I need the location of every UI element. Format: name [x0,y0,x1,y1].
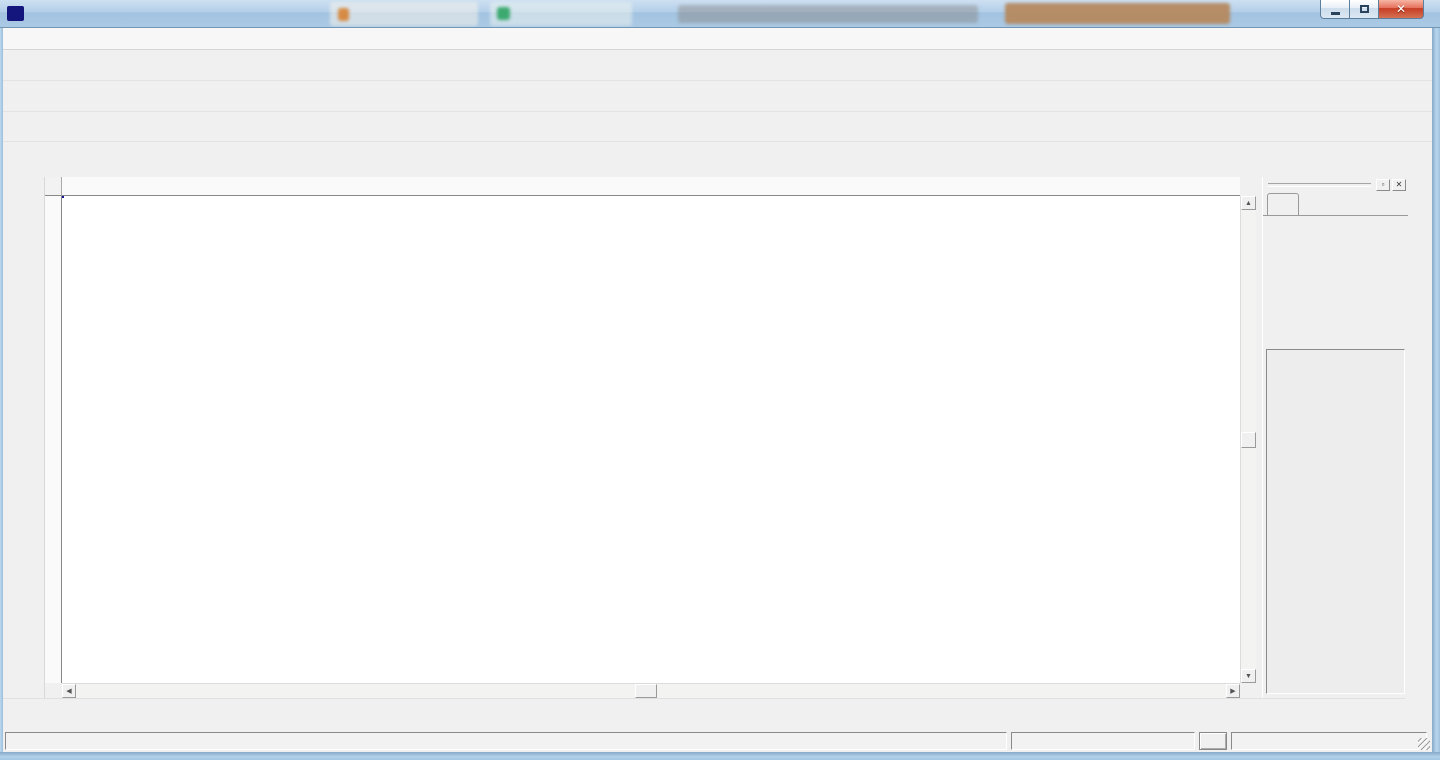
background-window [678,5,978,23]
transform-toolbar [3,142,1432,177]
minimize-button[interactable] [1320,0,1350,19]
view-toolbar [3,81,1432,112]
background-window [490,2,632,26]
vertical-scroll-thumb[interactable] [1241,432,1256,448]
scroll-left-button[interactable]: ◀ [62,684,76,698]
color-palette [1408,177,1432,728]
background-window [1005,3,1230,24]
scroll-right-button[interactable]: ▶ [1226,684,1240,698]
maximize-button[interactable] [1350,0,1378,19]
vertical-scrollbar[interactable]: ▲ ▼ [1240,196,1256,683]
unit-button[interactable] [1199,732,1227,750]
coordinate-display [1011,732,1195,750]
panel-tabs [1263,192,1408,216]
panel-grip[interactable] [1268,183,1371,187]
scroll-up-button[interactable]: ▲ [1241,196,1256,210]
drawn-rectangle[interactable] [62,196,64,198]
horizontal-ruler [62,177,1240,196]
close-icon: ✕ [1396,2,1406,16]
edit-toolbar [3,112,1432,142]
snap-toolbar [3,698,1405,730]
app-logo [7,6,24,21]
drawing-canvas[interactable] [62,196,1240,683]
panel-body [1266,349,1405,694]
menu-bar [3,28,1432,50]
scrollbar-corner [1240,683,1256,698]
panel-tab-select[interactable] [1267,193,1299,215]
window-frame-bottom [0,752,1440,760]
close-button[interactable]: ✕ [1378,0,1424,19]
resize-grip[interactable] [1418,738,1430,750]
panel-close-button[interactable]: ✕ [1392,179,1406,191]
panel-title-bar: ▫ ✕ [1263,177,1408,192]
window-controls: ✕ [1320,0,1424,19]
scroll-down-button[interactable]: ▼ [1241,669,1256,683]
tool-palette [3,177,45,698]
vertical-ruler [45,196,62,683]
background-window [338,8,349,21]
jdpaint-window: { "window": { "title": "无标题 - JDPaint 5.… [0,0,1440,760]
ruler-corner [45,177,62,196]
window-frame-right [1432,28,1440,752]
background-window [330,2,478,26]
maximize-icon [1360,5,1369,13]
horizontal-scrollbar[interactable]: ◀ ▶ [62,683,1240,698]
title-bar: ✕ [0,0,1440,28]
status-extra [1231,732,1427,750]
standard-toolbar [3,50,1432,81]
horizontal-scroll-thumb[interactable] [635,684,657,698]
background-window [497,7,510,20]
minimize-icon [1331,12,1340,15]
status-bar [3,730,1432,752]
panel-restore-button[interactable]: ▫ [1376,179,1390,191]
select-tool-panel: ▫ ✕ [1262,177,1408,698]
status-message [5,732,1007,750]
